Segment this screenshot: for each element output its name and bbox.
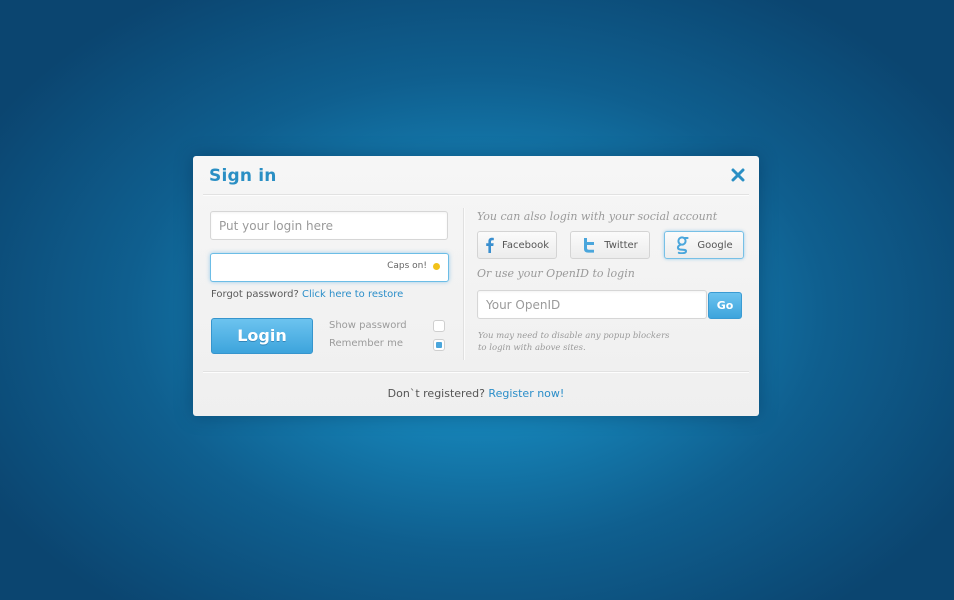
google-label: Google: [697, 239, 733, 251]
show-password-checkbox[interactable]: [433, 320, 445, 332]
caps-lock-warning-icon: [433, 262, 440, 270]
facebook-label: Facebook: [502, 239, 549, 251]
footer-divider: [203, 371, 749, 373]
close-icon[interactable]: [731, 168, 745, 182]
remember-me-label: Remember me: [329, 338, 403, 349]
google-icon: [675, 236, 689, 254]
popup-blocker-note: You may need to disable any popup blocke…: [478, 330, 670, 354]
login-input[interactable]: [210, 211, 448, 240]
popup-note-line-1: You may need to disable any popup blocke…: [478, 331, 670, 341]
social-login-note: You can also login with your social acco…: [477, 210, 718, 223]
twitter-button[interactable]: Twitter: [570, 231, 650, 259]
register-link[interactable]: Register now!: [488, 387, 564, 400]
twitter-icon: [582, 237, 596, 253]
facebook-button[interactable]: Facebook: [477, 231, 557, 259]
column-divider: [463, 208, 465, 360]
password-field-wrapper: Caps on!: [210, 253, 449, 282]
show-password-label: Show password: [329, 320, 407, 331]
register-row: Don`t registered? Register now!: [193, 387, 759, 400]
dialog-title: Sign in: [209, 166, 277, 186]
popup-note-line-2: to login with above sites.: [478, 343, 586, 353]
login-button[interactable]: Login: [211, 318, 313, 354]
register-text: Don`t registered?: [387, 387, 485, 400]
openid-go-button[interactable]: Go: [708, 292, 742, 319]
facebook-icon: [485, 237, 494, 253]
forgot-password-text: Forgot password?: [211, 289, 299, 300]
forgot-password-row: Forgot password? Click here to restore: [211, 289, 403, 300]
restore-password-link[interactable]: Click here to restore: [302, 289, 403, 300]
openid-input[interactable]: [477, 290, 707, 319]
header-divider: [203, 194, 749, 196]
twitter-label: Twitter: [604, 239, 638, 251]
caps-lock-text: Caps on!: [387, 261, 427, 271]
google-button[interactable]: Google: [664, 231, 744, 259]
sign-in-dialog: Sign in Caps on! Forgot password? Click …: [193, 156, 759, 416]
remember-me-checkbox[interactable]: [433, 339, 445, 351]
caps-lock-indicator: Caps on!: [387, 261, 440, 271]
openid-note: Or use your OpenID to login: [477, 267, 635, 280]
